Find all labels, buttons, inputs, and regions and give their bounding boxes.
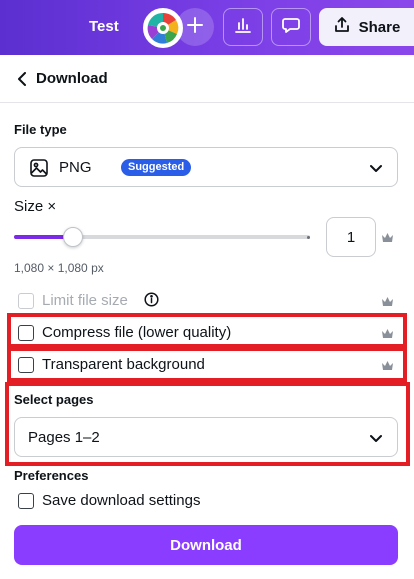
crown-icon bbox=[381, 327, 394, 339]
compress-file-option[interactable]: Compress file (lower quality) bbox=[18, 324, 231, 341]
comment-icon bbox=[281, 15, 301, 40]
preferences-label: Preferences bbox=[14, 468, 89, 483]
crown-icon bbox=[381, 231, 394, 243]
file-type-value: PNG bbox=[59, 159, 92, 176]
comment-button[interactable] bbox=[271, 8, 311, 46]
dimensions-text: 1,080 × 1,080 px bbox=[14, 261, 104, 275]
transparent-background-option[interactable]: Transparent background bbox=[18, 356, 205, 373]
back-arrow-icon[interactable] bbox=[14, 70, 30, 88]
save-settings-checkbox[interactable] bbox=[18, 493, 34, 509]
select-pages-dropdown[interactable]: Pages 1–2 bbox=[14, 417, 398, 457]
slider-end-dot bbox=[307, 236, 310, 239]
crown-icon bbox=[381, 359, 394, 371]
info-icon[interactable] bbox=[144, 292, 159, 312]
compress-file-checkbox[interactable] bbox=[18, 325, 34, 341]
save-settings-label: Save download settings bbox=[42, 492, 201, 509]
panel-header: Download bbox=[0, 55, 414, 103]
transparent-background-checkbox[interactable] bbox=[18, 357, 34, 373]
size-multiplier-input[interactable] bbox=[326, 217, 376, 257]
select-pages-label: Select pages bbox=[14, 392, 94, 407]
share-label: Share bbox=[358, 18, 401, 36]
chevron-down-icon bbox=[369, 431, 383, 449]
share-button[interactable]: Share bbox=[319, 8, 414, 46]
select-pages-value: Pages 1–2 bbox=[28, 429, 100, 446]
plus-icon bbox=[186, 13, 204, 41]
image-icon bbox=[29, 158, 49, 183]
limit-file-size-label: Limit file size bbox=[42, 292, 128, 309]
save-settings-option[interactable]: Save download settings bbox=[18, 492, 200, 509]
limit-file-size-option[interactable]: Limit file size bbox=[18, 292, 128, 309]
panel-title: Download bbox=[36, 70, 108, 87]
size-slider-thumb[interactable] bbox=[63, 227, 83, 247]
insights-button[interactable] bbox=[223, 8, 263, 46]
file-type-label: File type bbox=[14, 122, 67, 137]
crown-icon bbox=[381, 295, 394, 307]
avatar[interactable] bbox=[143, 8, 183, 48]
file-type-select[interactable]: PNG Suggested bbox=[14, 147, 398, 187]
size-label: Size × bbox=[14, 198, 57, 215]
limit-file-size-checkbox[interactable] bbox=[18, 293, 34, 309]
suggested-badge: Suggested bbox=[121, 159, 192, 176]
download-button[interactable]: Download bbox=[14, 525, 398, 565]
stats-icon bbox=[233, 15, 253, 40]
document-title[interactable]: Test bbox=[89, 18, 119, 35]
size-slider[interactable] bbox=[14, 227, 310, 247]
transparent-background-label: Transparent background bbox=[42, 356, 205, 373]
share-icon bbox=[333, 16, 351, 38]
chevron-down-icon bbox=[369, 161, 383, 179]
top-bar: Test Share bbox=[0, 0, 414, 55]
compress-file-label: Compress file (lower quality) bbox=[42, 324, 232, 341]
